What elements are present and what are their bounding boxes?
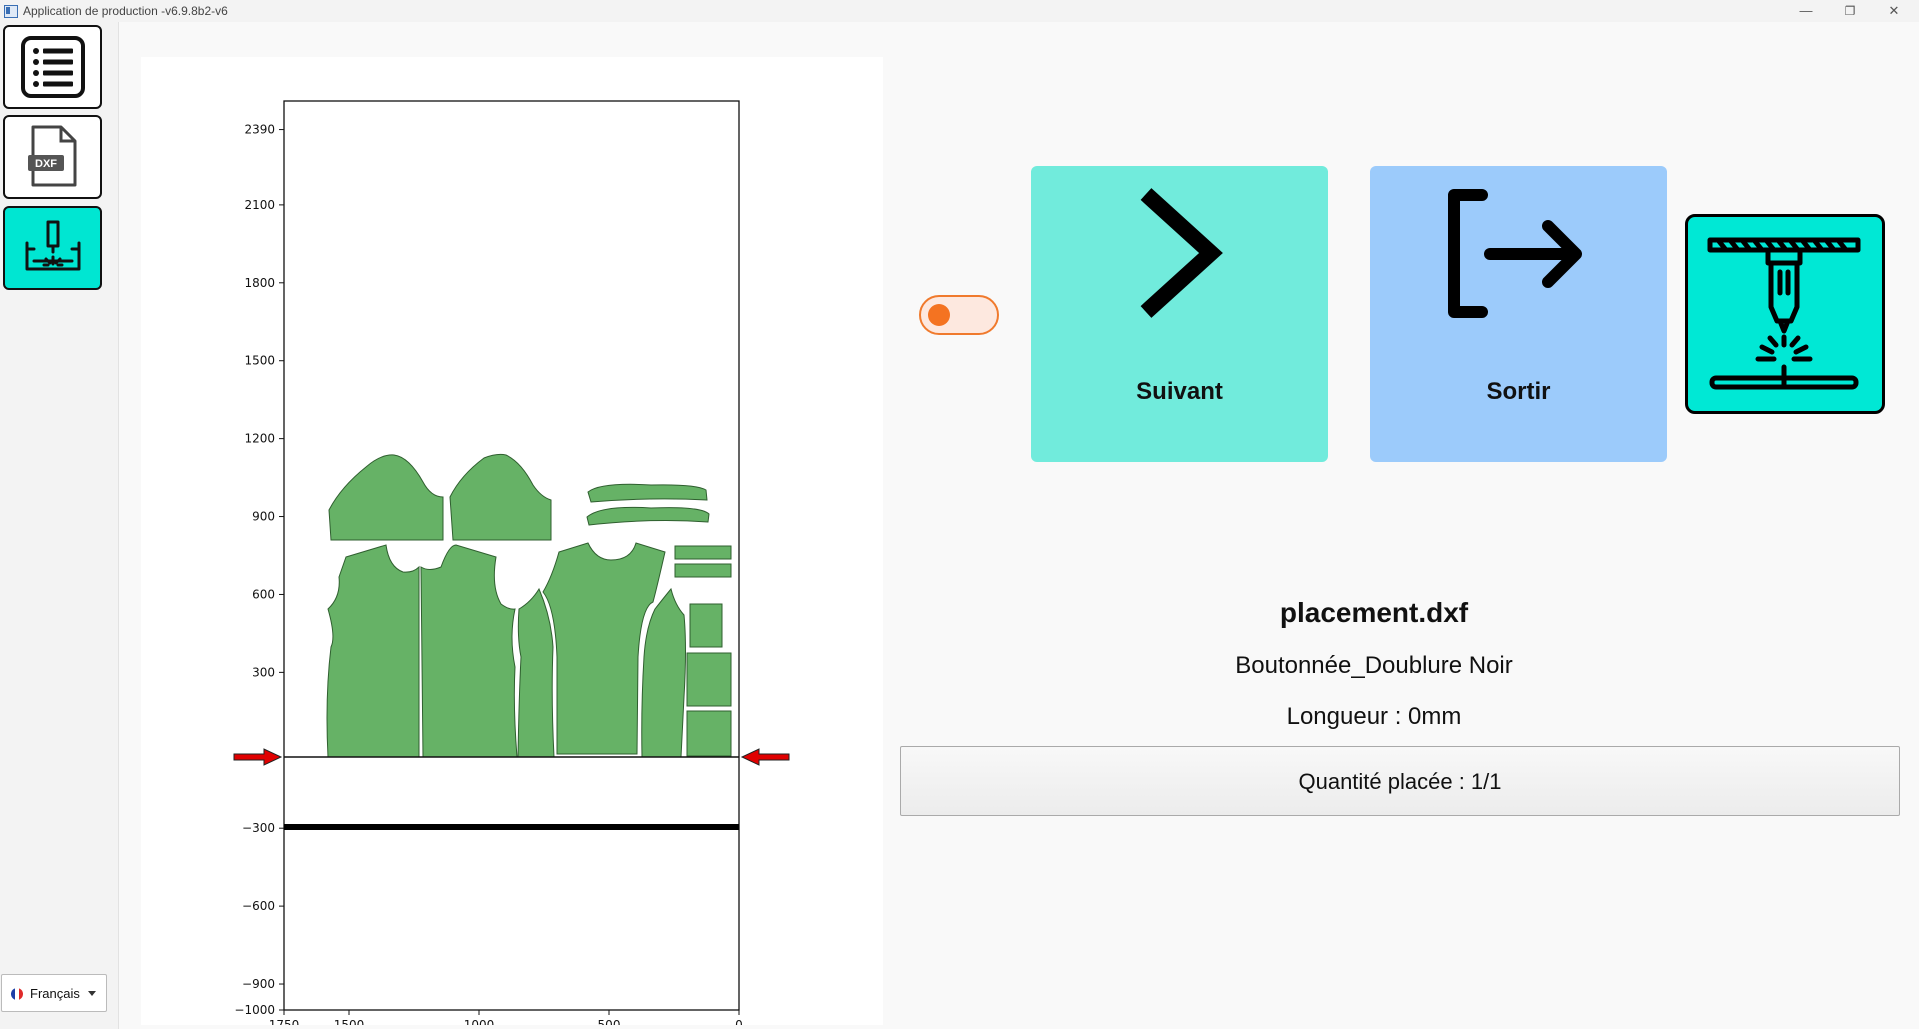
- dxf-badge: DXF: [35, 158, 57, 170]
- close-button[interactable]: ✕: [1872, 0, 1916, 22]
- pattern-piece: [674, 545, 732, 560]
- laser-cut-button[interactable]: [1685, 214, 1885, 414]
- x-tick-label: 500: [598, 1018, 621, 1025]
- sidebar: DXF Français: [0, 22, 119, 1029]
- y-tick-label: −1000: [234, 1003, 275, 1017]
- pattern-piece: [689, 603, 723, 648]
- next-button[interactable]: Suivant: [1031, 166, 1328, 462]
- laser-cutter-icon: [1707, 237, 1861, 390]
- laser-cutter-icon: [25, 220, 80, 271]
- y-tick-label: −900: [242, 977, 275, 991]
- y-tick-label: 1500: [244, 354, 275, 368]
- chevron-down-icon: [88, 991, 96, 996]
- title-bar: Application de production -v6.9.8b2-v6 —…: [0, 0, 1919, 22]
- nesting-plot[interactable]: 2390 2100 1800 1500 1200 900 600 300 −300 −600 −90…: [141, 57, 883, 1025]
- next-button-label: Suivant: [1136, 378, 1223, 405]
- x-tick-label: 1000: [464, 1018, 495, 1025]
- list-icon: [20, 36, 85, 98]
- y-tick-label: −600: [242, 899, 275, 913]
- y-tick-label: 600: [252, 587, 275, 601]
- dxf-file-icon: DXF: [27, 125, 76, 187]
- y-tick-label: 300: [252, 665, 275, 679]
- length-readout: Longueur : 0mm: [1286, 703, 1462, 730]
- quantity-placed-button[interactable]: Quantité placée : 1/1: [900, 746, 1900, 816]
- exit-button[interactable]: Sortir: [1370, 166, 1667, 462]
- language-label: Français: [30, 986, 80, 1001]
- sidebar-item-list[interactable]: [3, 25, 102, 109]
- arrow-left-icon: [740, 748, 790, 766]
- pattern-piece: [686, 652, 732, 707]
- fr-flag-icon: [11, 988, 23, 1000]
- x-tick-label: 1500: [334, 1018, 365, 1025]
- restore-button[interactable]: ❐: [1828, 0, 1872, 22]
- pattern-piece: [326, 544, 420, 758]
- sidebar-item-dxf[interactable]: DXF: [3, 115, 102, 199]
- y-tick-label: 2390: [244, 123, 275, 137]
- x-tick-label: 0: [735, 1018, 743, 1025]
- nesting-chart[interactable]: 2390 2100 1800 1500 1200 900 600 300 −300 −600 −90…: [141, 57, 883, 1025]
- mode-toggle[interactable]: [919, 295, 999, 335]
- y-tick-label: 900: [252, 510, 275, 524]
- pattern-piece: [587, 483, 708, 503]
- arrow-right-icon: [233, 748, 283, 766]
- minimize-button[interactable]: —: [1784, 0, 1828, 22]
- language-select[interactable]: Français: [1, 974, 107, 1012]
- pattern-piece: [674, 563, 732, 578]
- file-name: placement.dxf: [1279, 597, 1469, 628]
- x-tick-label: 1750: [269, 1018, 300, 1025]
- y-tick-label: 2100: [244, 198, 275, 212]
- pattern-piece: [686, 710, 732, 757]
- main-area: 2390 2100 1800 1500 1200 900 600 300 −300 −600 −90…: [119, 22, 1919, 1029]
- material-name: Boutonnée_Doublure Noir: [1235, 652, 1513, 679]
- sidebar-item-laser[interactable]: [3, 206, 102, 290]
- exit-button-label: Sortir: [1486, 378, 1551, 405]
- y-tick-label: 1800: [244, 276, 275, 290]
- chevron-right-icon: [1140, 188, 1223, 318]
- app-icon: [4, 5, 18, 18]
- y-tick-label: −300: [242, 821, 275, 835]
- toggle-knob[interactable]: [928, 304, 950, 326]
- exit-icon: [1448, 189, 1582, 318]
- y-tick-label: 1200: [244, 432, 275, 446]
- window-title: Application de production -v6.9.8b2-v6: [23, 4, 228, 18]
